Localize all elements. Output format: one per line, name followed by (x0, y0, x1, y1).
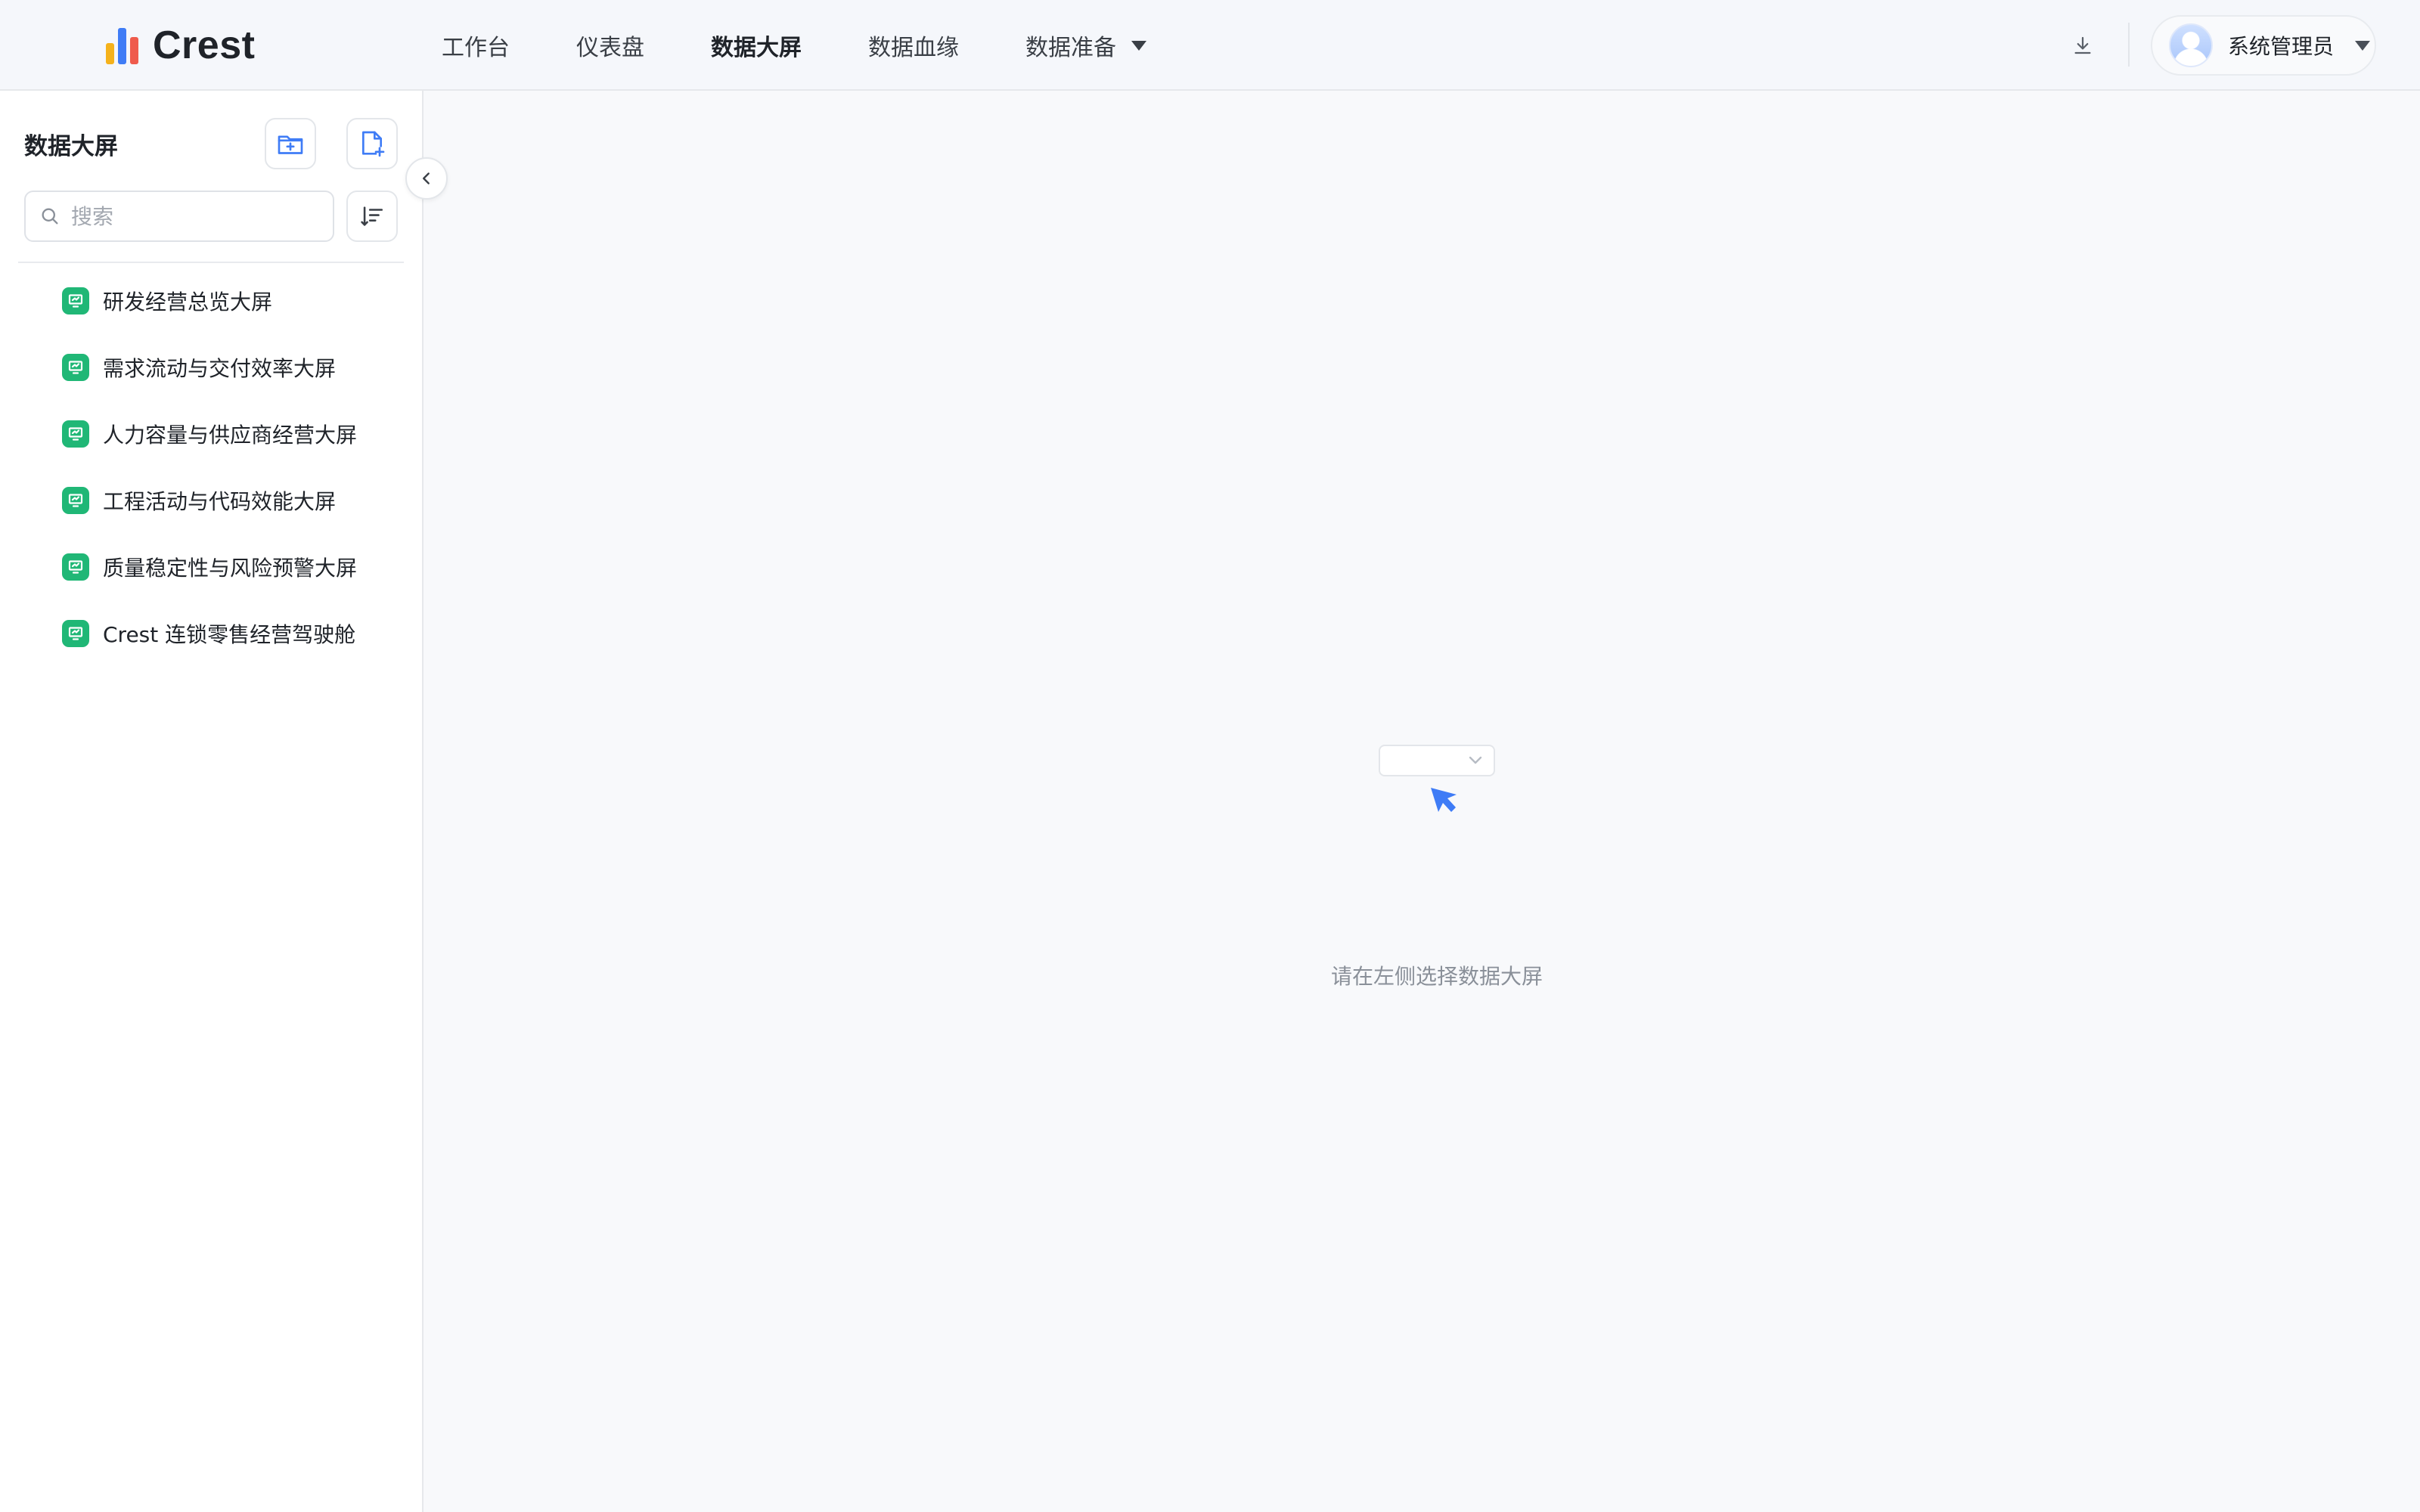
screen-icon (62, 354, 89, 381)
folder-plus-icon (278, 135, 303, 154)
app-name: Crest (153, 23, 256, 67)
collapse-sidebar-button[interactable] (405, 157, 448, 200)
screen-icon (62, 420, 89, 448)
list-item-label: 工程活动与代码效能大屏 (103, 489, 337, 514)
download-button[interactable] (2066, 29, 2099, 62)
search-field[interactable] (24, 191, 334, 242)
nav-item-data-prep[interactable]: 数据准备 (1025, 29, 1146, 62)
screen-icon (62, 287, 89, 314)
list-item[interactable]: 质量稳定性与风险预警大屏 (0, 534, 420, 600)
download-icon (2074, 36, 2091, 54)
search-input[interactable] (71, 203, 313, 229)
list-item[interactable]: 需求流动与交付效率大屏 (0, 334, 420, 401)
sort-icon (361, 206, 383, 226)
screen-icon (62, 620, 89, 647)
sidebar-divider (18, 262, 404, 263)
list-item[interactable]: 工程活动与代码效能大屏 (0, 467, 420, 534)
app-logo[interactable]: Crest (106, 23, 255, 68)
select-pointer-illustration-icon (1379, 745, 1495, 812)
nav-item-data-lineage[interactable]: 数据血缘 (868, 29, 959, 62)
caret-down-icon (1131, 40, 1146, 51)
list-item[interactable]: 人力容量与供应商经营大屏 (0, 401, 420, 467)
empty-state-message: 请在左侧选择数据大屏 (1330, 964, 1543, 989)
caret-down-icon (2355, 40, 2371, 51)
screen-icon (62, 487, 89, 514)
chevron-left-icon (423, 172, 430, 184)
list-item-label: 人力容量与供应商经营大屏 (103, 423, 358, 448)
file-plus-icon (362, 131, 385, 157)
main-content: 请在左侧选择数据大屏 (424, 91, 2420, 1512)
user-name: 系统管理员 (2228, 34, 2335, 59)
sidebar-title: 数据大屏 (24, 133, 118, 160)
main-nav: 工作台 仪表盘 数据大屏 数据血缘 数据准备 (442, 0, 1213, 91)
list-item-label: 需求流动与交付效率大屏 (103, 356, 337, 381)
header-divider (2128, 23, 2130, 67)
avatar (2169, 23, 2213, 67)
top-header: Crest 工作台 仪表盘 数据大屏 数据血缘 数据准备 系统管理员 (0, 0, 2420, 91)
list-item-label: 质量稳定性与风险预警大屏 (103, 556, 358, 581)
nav-item-label: 仪表盘 (576, 35, 644, 61)
list-item[interactable]: 研发经营总览大屏 (0, 268, 420, 334)
logo-bars-icon (106, 26, 139, 64)
new-screen-button[interactable] (346, 118, 398, 169)
list-item[interactable]: Crest 连锁零售经营驾驶舱 (0, 600, 420, 667)
nav-item-label: 数据准备 (1025, 35, 1116, 61)
user-menu[interactable]: 系统管理员 (2151, 15, 2376, 76)
nav-item-label: 数据大屏 (711, 35, 802, 61)
nav-item-label: 数据血缘 (868, 35, 959, 61)
new-folder-button[interactable] (265, 118, 316, 169)
list-item-label: 研发经营总览大屏 (103, 290, 273, 314)
nav-item-data-screen[interactable]: 数据大屏 (711, 29, 802, 62)
sort-button[interactable] (346, 191, 398, 242)
screen-list: 研发经营总览大屏 需求流动与交付效率大屏 人力容量与供应商经营大屏 工程活动与代… (0, 268, 420, 667)
search-icon (42, 208, 58, 225)
list-item-label: Crest 连锁零售经营驾驶舱 (103, 622, 356, 647)
nav-item-dashboard[interactable]: 仪表盘 (576, 29, 644, 62)
nav-item-label: 工作台 (442, 35, 510, 61)
screen-icon (62, 553, 89, 581)
sidebar: 数据大屏 研发经营总览大屏 需求流动与 (0, 91, 424, 1512)
nav-item-workbench[interactable]: 工作台 (442, 29, 510, 62)
